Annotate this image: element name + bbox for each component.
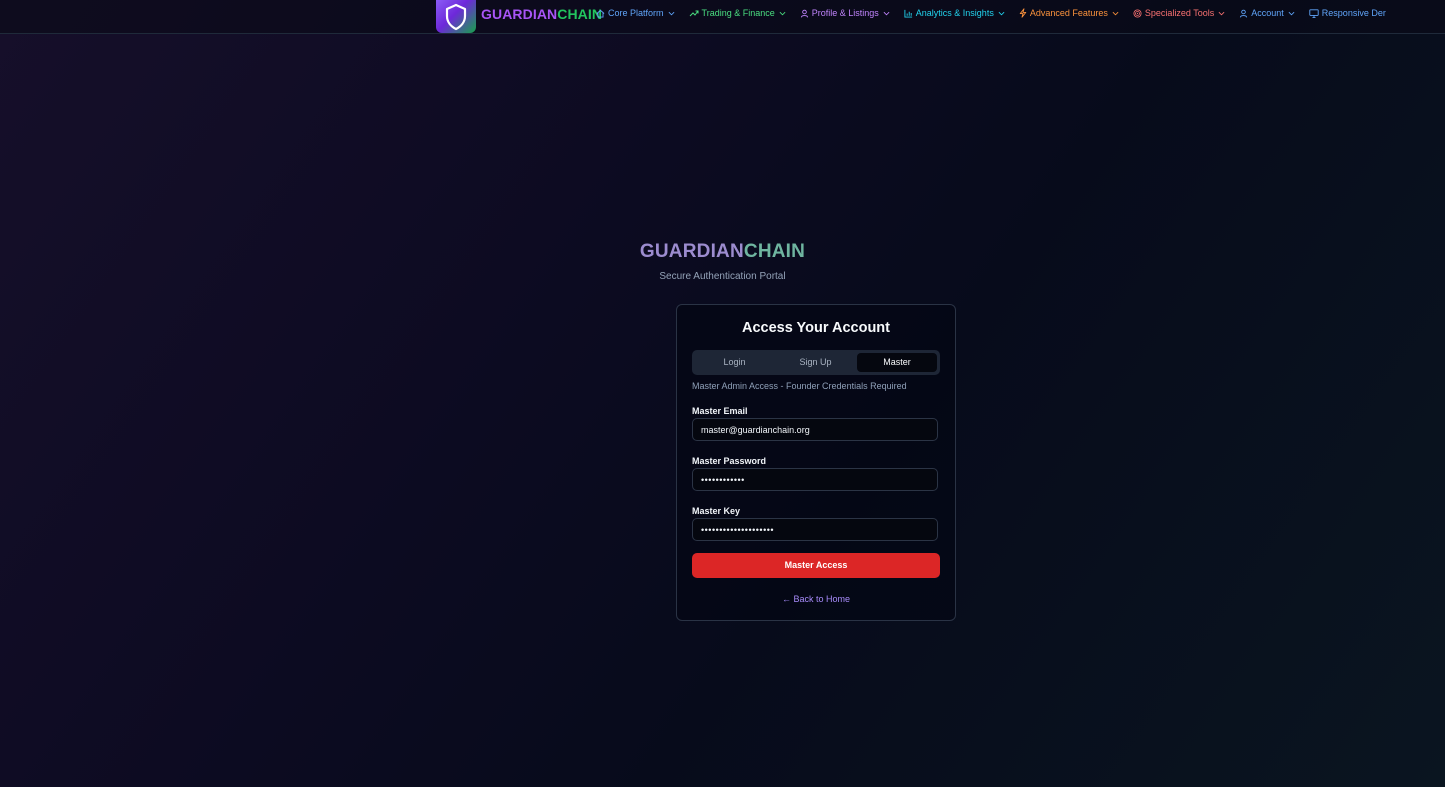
tab-login[interactable]: Login (695, 353, 774, 372)
master-key-input[interactable] (692, 518, 938, 541)
nav-label: Core Platform (608, 8, 664, 18)
nav-core-platform[interactable]: Core Platform (596, 8, 675, 18)
master-email-input[interactable] (692, 418, 938, 441)
title-part-chain: CHAIN (743, 241, 806, 262)
main-nav: Core Platform Trading & Finance Profile … (596, 0, 1400, 26)
chevron-down-icon (1112, 11, 1119, 15)
nav-label: Responsive Der (1321, 8, 1386, 18)
master-access-button[interactable]: Master Access (692, 553, 940, 578)
nav-account[interactable]: Account (1239, 8, 1295, 18)
nav-label: Profile & Listings (811, 8, 879, 18)
monitor-icon (1309, 8, 1319, 18)
tab-master[interactable]: Master (857, 353, 937, 372)
nav-label: Specialized Tools (1144, 8, 1215, 18)
nav-analytics-insights[interactable]: Analytics & Insights (904, 8, 1005, 18)
chevron-down-icon (779, 11, 786, 15)
auth-card: Access Your Account Login Sign Up Master… (676, 304, 956, 621)
tab-sign-up[interactable]: Sign Up (776, 353, 855, 372)
brand-part-guardian: GUARDIAN (481, 6, 558, 22)
lightning-icon (1019, 8, 1027, 18)
home-icon (596, 9, 605, 18)
master-key-label: Master Key (692, 506, 741, 516)
master-access-hint: Master Admin Access - Founder Credential… (692, 381, 907, 391)
nav-label: Advanced Features (1029, 8, 1108, 18)
user-icon (800, 9, 808, 18)
nav-label: Trading & Finance (701, 8, 775, 18)
auth-tabs: Login Sign Up Master (692, 350, 940, 375)
target-icon (1133, 8, 1142, 18)
shield-icon (445, 3, 467, 30)
master-password-label: Master Password (692, 456, 767, 466)
nav-trading-finance[interactable]: Trading & Finance (689, 8, 786, 18)
page-title: GUARDIANCHAIN (0, 241, 1445, 263)
chevron-down-icon (1288, 11, 1295, 15)
master-email-label: Master Email (692, 406, 748, 416)
chevron-down-icon (998, 11, 1005, 15)
nav-label: Analytics & Insights (915, 8, 994, 18)
brand-name[interactable]: GUARDIANCHAIN (481, 6, 602, 22)
logo[interactable] (436, 0, 476, 33)
nav-label: Account (1251, 8, 1284, 18)
nav-responsive[interactable]: Responsive Der (1309, 8, 1386, 18)
back-to-home-link[interactable]: ← Back to Home (677, 594, 955, 604)
top-navigation-bar: GUARDIANCHAIN Core Platform Trading & Fi… (0, 0, 1445, 34)
chevron-down-icon (1218, 11, 1225, 15)
nav-profile-listings[interactable]: Profile & Listings (800, 8, 890, 18)
chevron-down-icon (883, 11, 890, 15)
title-part-guardian: GUARDIAN (639, 241, 744, 262)
user-icon (1240, 9, 1248, 18)
bar-chart-icon (904, 9, 912, 18)
trending-up-icon (689, 10, 699, 16)
page-subtitle: Secure Authentication Portal (659, 271, 786, 282)
card-title: Access Your Account (741, 320, 890, 336)
nav-advanced-features[interactable]: Advanced Features (1019, 8, 1119, 18)
master-password-input[interactable] (692, 468, 938, 491)
chevron-down-icon (668, 11, 674, 15)
nav-specialized-tools[interactable]: Specialized Tools (1133, 8, 1225, 18)
